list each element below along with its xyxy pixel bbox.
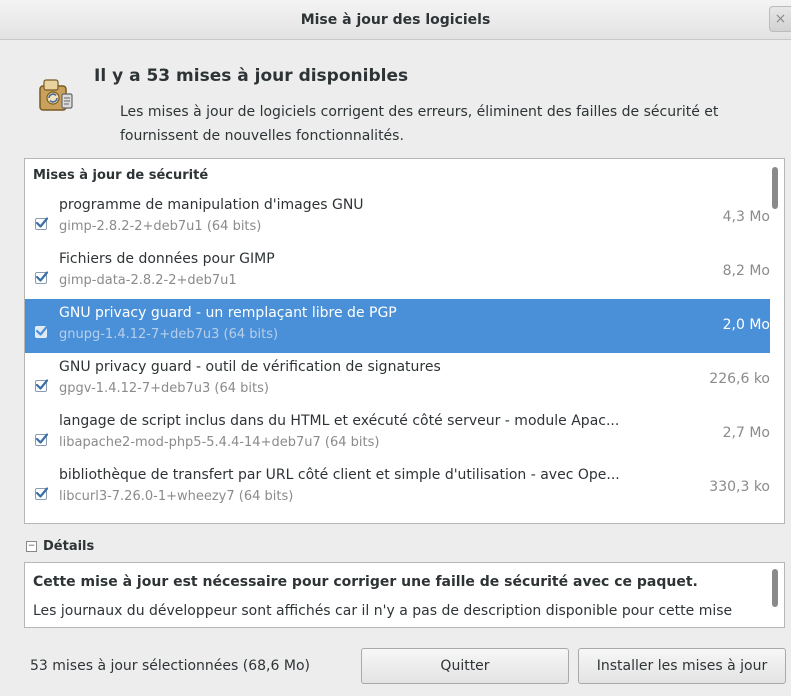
details-summary: Cette mise à jour est nécessaire pour co… — [33, 574, 698, 590]
update-name: GNU privacy guard - un remplaçant libre … — [59, 305, 397, 321]
update-checkbox[interactable] — [35, 433, 49, 446]
details-changelog: Les journaux du développeur sont affiché… — [33, 603, 733, 619]
update-checkbox[interactable] — [35, 217, 49, 230]
update-name: programme de manipulation d'images GNU — [59, 197, 364, 213]
updates-description: Les mises à jour de logiciels corrigent … — [120, 104, 719, 144]
updates-count-heading: Il y a 53 mises à jour disponibles — [94, 66, 409, 86]
details-expander[interactable]: − Détails — [26, 539, 94, 554]
close-button[interactable]: × — [769, 6, 791, 32]
checkmark-icon — [35, 487, 49, 498]
updates-scrollbar[interactable] — [772, 161, 782, 521]
updates-list[interactable]: Mises à jour de sécurité programme de ma… — [24, 158, 785, 524]
update-name: langage de script inclus dans du HTML et… — [59, 413, 620, 429]
window-titlebar: Mise à jour des logiciels × — [0, 0, 791, 40]
update-package: gpgv-1.4.12-7+deb7u3 (64 bits) — [59, 381, 269, 396]
details-panel[interactable]: Cette mise à jour est nécessaire pour co… — [24, 562, 785, 628]
checkmark-icon — [35, 325, 49, 336]
update-package: gnupg-1.4.12-7+deb7u3 (64 bits) — [59, 327, 279, 342]
section-header-security: Mises à jour de sécurité — [33, 168, 209, 183]
install-updates-button[interactable]: Installer les mises à jour — [578, 648, 786, 684]
update-package: gimp-2.8.2-2+deb7u1 (64 bits) — [59, 219, 262, 234]
update-checkbox[interactable] — [35, 325, 49, 338]
update-name: Fichiers de données pour GIMP — [59, 251, 275, 267]
update-package: libapache2-mod-php5-5.4.4-14+deb7u7 (64 … — [59, 435, 380, 450]
quit-button[interactable]: Quitter — [361, 648, 569, 684]
selection-status: 53 mises à jour sélectionnées (68,6 Mo) — [30, 658, 310, 674]
update-package: gimp-data-2.8.2-2+deb7u1 — [59, 273, 237, 288]
update-row[interactable]: GNU privacy guard - un remplaçant libre … — [25, 299, 770, 353]
details-label: Détails — [43, 539, 95, 554]
update-package: libcurl3-7.26.0-1+wheezy7 (64 bits) — [59, 489, 294, 504]
close-icon: × — [774, 11, 787, 27]
update-size: 226,6 ko — [709, 371, 770, 387]
update-row[interactable]: langage de script inclus dans du HTML et… — [25, 407, 770, 461]
update-size: 8,2 Mo — [722, 263, 770, 279]
update-size: 2,0 Mo — [722, 317, 770, 333]
checkmark-icon — [35, 433, 49, 444]
update-checkbox[interactable] — [35, 487, 49, 500]
update-row[interactable]: GNU privacy guard - outil de vérificatio… — [25, 353, 770, 407]
update-checkbox[interactable] — [35, 379, 49, 392]
details-scroll-thumb[interactable] — [772, 569, 778, 607]
update-name: bibliothèque de transfert par URL côté c… — [59, 467, 620, 483]
update-row[interactable]: bibliothèque de transfert par URL côté c… — [25, 461, 770, 515]
collapse-icon: − — [26, 541, 37, 552]
update-size: 330,3 ko — [709, 479, 770, 495]
update-row[interactable]: Fichiers de données pour GIMP gimp-data-2… — [25, 245, 770, 299]
software-update-icon — [34, 76, 76, 116]
update-row[interactable]: programme de manipulation d'images GNU gi… — [25, 191, 770, 245]
checkmark-icon — [35, 217, 49, 228]
checkmark-icon — [35, 271, 49, 282]
checkmark-icon — [35, 379, 49, 390]
update-size: 2,7 Mo — [722, 425, 770, 441]
updates-scroll-thumb[interactable] — [772, 167, 778, 209]
update-size: 4,3 Mo — [722, 209, 770, 225]
update-checkbox[interactable] — [35, 271, 49, 284]
window-title: Mise à jour des logiciels — [300, 11, 491, 28]
update-name: GNU privacy guard - outil de vérificatio… — [59, 359, 441, 375]
